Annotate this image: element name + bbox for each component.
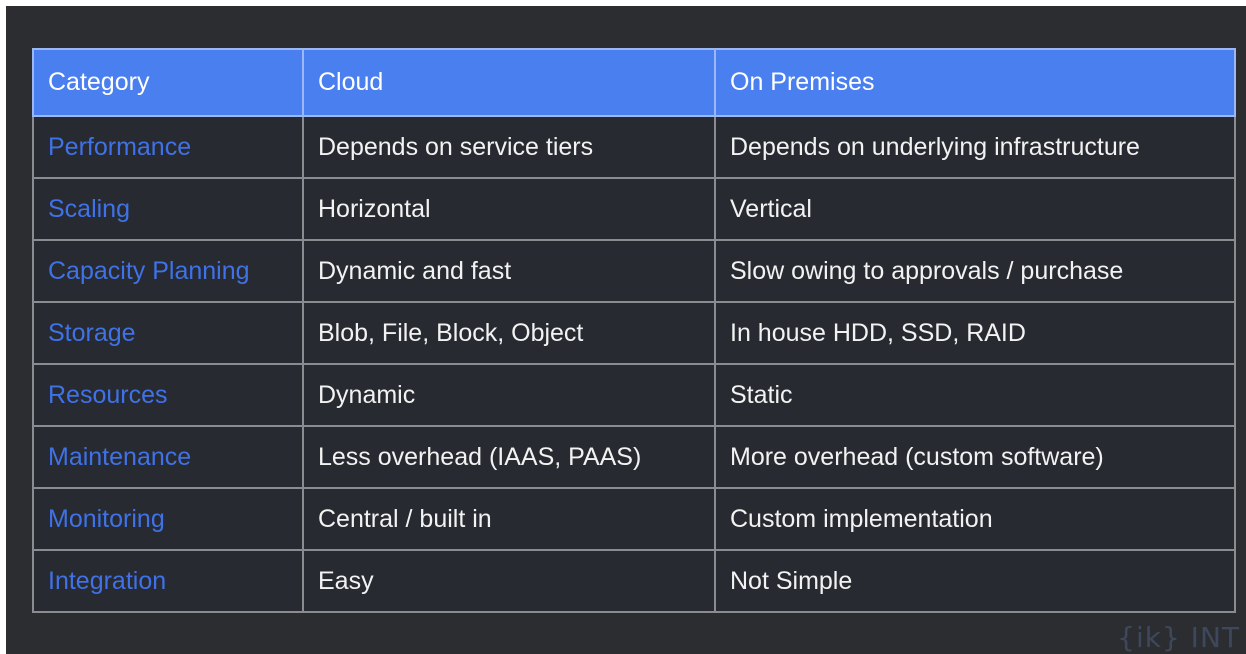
header-cloud: Cloud [302,48,716,117]
row-on-premises-value: More overhead (custom software) [714,425,1236,489]
row-cloud-value: Less overhead (IAAS, PAAS) [302,425,716,489]
header-on-premises: On Premises [714,48,1236,117]
row-category: Resources [32,363,304,427]
table-row: Performance Depends on service tiers Dep… [32,115,1236,179]
table-header-row: Category Cloud On Premises [32,48,1236,117]
table-row: Integration Easy Not Simple [32,549,1236,613]
table-row: Maintenance Less overhead (IAAS, PAAS) M… [32,425,1236,489]
table-row: Storage Blob, File, Block, Object In hou… [32,301,1236,365]
row-category: Integration [32,549,304,613]
row-category: Performance [32,115,304,179]
row-on-premises-value: Not Simple [714,549,1236,613]
watermark-logo: {ik} INT [1117,621,1240,654]
row-cloud-value: Dynamic [302,363,716,427]
table-row: Resources Dynamic Static [32,363,1236,427]
table-row: Capacity Planning Dynamic and fast Slow … [32,239,1236,303]
row-cloud-value: Depends on service tiers [302,115,716,179]
row-on-premises-value: Depends on underlying infrastructure [714,115,1236,179]
row-category: Monitoring [32,487,304,551]
table-row: Scaling Horizontal Vertical [32,177,1236,241]
row-cloud-value: Central / built in [302,487,716,551]
table-row: Monitoring Central / built in Custom imp… [32,487,1236,551]
row-cloud-value: Horizontal [302,177,716,241]
row-category: Maintenance [32,425,304,489]
comparison-table: Category Cloud On Premises Performance D… [32,48,1236,613]
row-category: Storage [32,301,304,365]
row-category: Scaling [32,177,304,241]
slide: Category Cloud On Premises Performance D… [6,6,1246,654]
row-cloud-value: Blob, File, Block, Object [302,301,716,365]
row-cloud-value: Easy [302,549,716,613]
row-on-premises-value: Vertical [714,177,1236,241]
row-category: Capacity Planning [32,239,304,303]
row-on-premises-value: Static [714,363,1236,427]
row-cloud-value: Dynamic and fast [302,239,716,303]
row-on-premises-value: Custom implementation [714,487,1236,551]
header-category: Category [32,48,304,117]
row-on-premises-value: In house HDD, SSD, RAID [714,301,1236,365]
row-on-premises-value: Slow owing to approvals / purchase [714,239,1236,303]
